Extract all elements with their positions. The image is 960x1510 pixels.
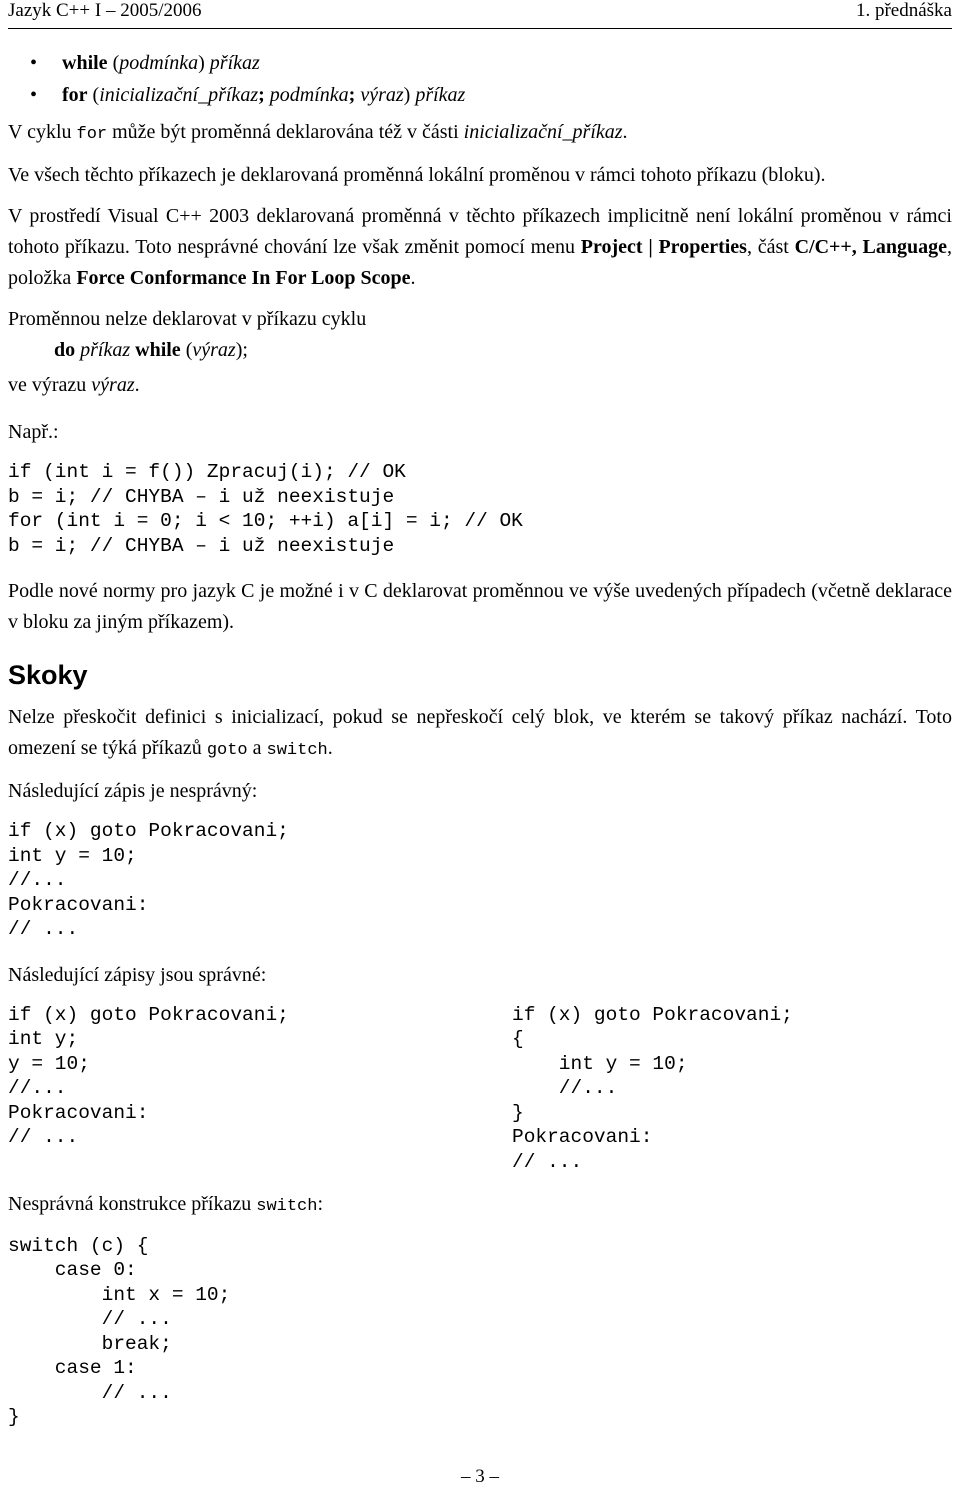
page-footer: – 3 – (0, 1466, 960, 1488)
for-paren-close: ) (403, 84, 416, 106)
while-keyword-2: while (130, 339, 181, 361)
paragraph-promennou-nelze: Proměnnou nelze deklarovat v příkazu cyk… (8, 308, 367, 330)
nelze-text-b: a (247, 737, 267, 759)
goto-mono: goto (206, 741, 248, 760)
visual-text-b2: , část (746, 236, 795, 258)
while-statement: příkaz (209, 52, 260, 74)
paragraph-nasledujici-spravne: Následující zápisy jsou správné: (8, 963, 267, 986)
document-page: Jazyk C++ I – 2005/2006 1. přednáška • wh… (0, 0, 960, 1510)
paragraph-napr: Např.: (8, 421, 59, 443)
paragraph-nasledujici-nespravny: Následující zápis je nesprávný: (8, 780, 258, 802)
paragraph-for-cyklu: V cyklu for může být proměnná deklarován… (8, 117, 952, 150)
ve-vyrazu-text-b: . (134, 374, 140, 396)
while-paren-close: ) (198, 52, 210, 74)
header-course-title: Jazyk C++ I – 2005/2006 (8, 0, 202, 21)
do-keyword: do (54, 339, 81, 361)
paragraph-podle-nove-normy: Podle nové normy pro jazyk C je možné i … (8, 580, 952, 633)
nelze-text-c: . (327, 737, 333, 759)
for-expression: výraz (360, 84, 404, 106)
while-keyword: while (62, 52, 108, 74)
do-expression: výraz (192, 339, 236, 361)
for-init: inicializační_příkaz (99, 84, 259, 106)
running-header: Jazyk C++ I – 2005/2006 1. přednáška (8, 0, 952, 29)
for-semicolon-2: ; (348, 84, 361, 106)
code-block-goto-wrong: if (x) goto Pokracovani; int y = 10; //.… (8, 820, 289, 940)
for-paren-open: ( (87, 84, 100, 106)
loop-statements-list: • while (podmínka) příkaz • for (inicializ… (8, 47, 952, 111)
do-paren-open: ( (180, 339, 193, 361)
switch-mono: switch (266, 741, 328, 760)
for-keyword: for (62, 84, 88, 106)
paragraph-nelze-preskocit: Nelze přeskočit definici s inicializací,… (8, 702, 952, 766)
bullet-dot-icon: • (30, 52, 38, 74)
header-lecture-number: 1. přednáška (855, 0, 952, 21)
menu-c-cpp-language: C/C++, Language (794, 236, 948, 258)
visual-text-b6: . (410, 267, 416, 289)
ve-vyrazu-italic: výraz (91, 374, 135, 396)
nespravna-text-b: : (317, 1192, 324, 1215)
code-block-switch-wrong: switch (c) { case 0: int x = 10; // ... … (8, 1234, 231, 1429)
do-while-syntax: do příkaz while (výraz); (8, 335, 952, 366)
for-cyklu-text-c: . (622, 121, 628, 143)
for-semicolon-1: ; (258, 84, 270, 106)
for-cyklu-text-b: může být proměnná deklarována též v část… (107, 121, 464, 143)
while-condition: podmínka (119, 52, 199, 74)
for-statement: příkaz (415, 84, 466, 106)
bullet-dot-icon: • (30, 84, 38, 106)
do-paren-close: ); (235, 339, 248, 361)
code-block-goto-ok-left: if (x) goto Pokracovani; int y; y = 10; … (8, 1003, 289, 1149)
for-cyklu-italic: inicializační_příkaz (463, 121, 623, 143)
paragraph-visual-cpp: V prostředí Visual C++ 2003 deklarovaná … (8, 201, 952, 294)
ve-vyrazu-text-a: ve výrazu (8, 374, 92, 396)
page-number: – 3 – (461, 1466, 499, 1487)
for-cyklu-text-a: V cyklu (8, 121, 77, 143)
paragraph-ve-vyrazu: ve výrazu výraz. (8, 370, 952, 401)
list-item-for: • for (inicializační_příkaz; podmínka; vý… (8, 79, 952, 111)
for-condition: podmínka (269, 84, 349, 106)
section-heading-skoky: Skoky (8, 660, 88, 690)
menu-project-properties: Project | Properties (580, 236, 747, 258)
code-block-goto-ok-right: if (x) goto Pokracovani; { int y = 10; /… (512, 1003, 793, 1173)
for-cyklu-mono: for (76, 125, 108, 144)
nespravna-text-a: Nesprávná konstrukce příkazu (8, 1192, 257, 1215)
nelze-text-a: Nelze přeskočit definici s inicializací,… (8, 706, 952, 759)
while-paren-open: ( (107, 52, 120, 74)
paragraph-ve-vsech: Ve všech těchto příkazech je deklarovaná… (8, 164, 826, 186)
do-statement: příkaz (80, 339, 131, 361)
code-block-goto-ok-columns: if (x) goto Pokracovani; int y; y = 10; … (8, 1003, 952, 1175)
paragraph-nespravna-switch: Nesprávná konstrukce příkazu switch: (8, 1189, 952, 1222)
list-item-while: • while (podmínka) příkaz (8, 47, 952, 79)
switch-mono-2: switch (256, 1196, 318, 1216)
code-block-declaration-example: if (int i = f()) Zpracuj(i); // OK b = i… (8, 461, 523, 557)
option-force-conformance: Force Conformance In For Loop Scope (76, 267, 411, 289)
